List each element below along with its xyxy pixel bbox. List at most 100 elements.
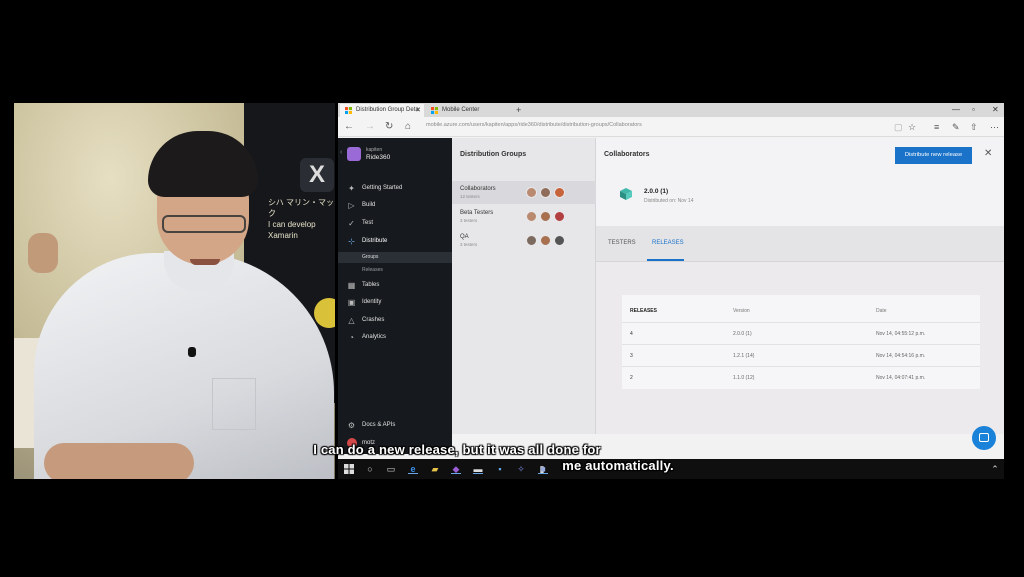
sidebar-item-label: Crashes — [362, 317, 385, 323]
identity-icon: ▣ — [347, 298, 356, 307]
detail-tabs: TESTERS RELEASES — [596, 226, 1004, 262]
releases-table: RELEASES Version Date 4 2.0.0 (1) Nov 14… — [622, 295, 980, 389]
group-row-beta-testers[interactable]: Beta Testers 3 testers — [452, 205, 596, 228]
release-id: 2 — [630, 375, 633, 381]
sidebar-subitem-label: Releases — [362, 267, 383, 273]
sidebar-item-label: Identity — [362, 299, 382, 305]
sidebar-item-crashes[interactable]: △ Crashes — [338, 313, 452, 329]
avatar — [554, 187, 565, 198]
tab-distribution-group[interactable]: Distribution Group Deta ✕ — [340, 104, 424, 117]
sidebar-item-analytics[interactable]: ◔ Analytics — [338, 330, 452, 346]
sidebar-item-label: Getting Started — [362, 185, 403, 191]
presenter-glasses — [162, 215, 246, 233]
chat-support-button[interactable] — [972, 426, 996, 450]
maximize-icon[interactable]: ▫ — [972, 103, 975, 117]
gear-icon: ⚙ — [347, 421, 356, 430]
sidebar-item-label: Distribute — [362, 238, 388, 244]
distribute-icon: ⊹ — [348, 237, 355, 246]
sidebar-item-build[interactable]: ▷ Build — [338, 198, 452, 214]
distribute-new-release-button[interactable]: Distribute new release — [895, 147, 972, 164]
sidebar-item-label: Tables — [362, 282, 380, 288]
microsoft-icon — [345, 107, 352, 114]
reading-view-icon[interactable]: ▢ — [894, 120, 903, 134]
sidebar-item-docs[interactable]: ⚙ Docs & APIs — [338, 418, 452, 434]
group-name: Collaborators — [460, 186, 496, 192]
favorite-star-icon[interactable]: ☆ — [908, 120, 916, 134]
sidebar-item-test[interactable]: ✓ Test — [338, 216, 452, 232]
detail-header: Collaborators Distribute new release ✕ 2… — [596, 138, 1004, 226]
avatar — [554, 235, 565, 246]
latest-release-date: Distributed on: Nov 14 — [644, 198, 694, 204]
check-circle-icon: ✓ — [348, 219, 355, 228]
app-logo — [347, 147, 361, 161]
app-sidebar: ‹ kapiten Ride360 ✦ Getting Started ▷ Bu… — [338, 138, 452, 434]
group-row-collaborators[interactable]: Collaborators 12 testers — [452, 181, 596, 204]
banner-text: シハ マリン・マック I can develop Xamarin — [268, 198, 334, 240]
avatar — [540, 211, 551, 222]
release-date: Nov 14, 04:07:41 p.m. — [876, 375, 926, 381]
sidebar-item-distribute[interactable]: ⊹ Distribute — [338, 234, 452, 250]
group-count: 3 testers — [460, 242, 478, 247]
app-owner: kapiten — [366, 147, 383, 153]
sidebar-item-label: Test — [362, 220, 374, 226]
column-header: RELEASES — [630, 308, 657, 314]
new-tab-icon[interactable]: + — [516, 103, 521, 117]
avatar — [540, 235, 551, 246]
sidebar-item-label: Docs & APIs — [362, 422, 396, 428]
rocket-icon: ✦ — [348, 184, 355, 193]
subtitle-line-2: me automatically. — [562, 458, 674, 473]
tab-releases[interactable]: RELEASES — [652, 240, 684, 246]
column-header: Date — [876, 308, 887, 314]
tab-bar: Distribution Group Deta ✕ Mobile Center … — [338, 103, 1004, 117]
table-row[interactable]: 4 2.0.0 (1) Nov 14, 04:55:12 p.m. — [622, 322, 980, 344]
home-icon[interactable]: ⌂ — [405, 119, 411, 135]
share-icon[interactable]: ⇧ — [970, 120, 978, 134]
forward-icon[interactable]: → — [365, 119, 375, 135]
table-row[interactable]: 2 1.1.0 (12) Nov 14, 04:07:41 p.m. — [622, 366, 980, 388]
back-icon[interactable]: ← — [344, 119, 354, 135]
analytics-icon: ◔ — [349, 333, 354, 342]
sidebar-subitem-groups[interactable]: Groups — [338, 252, 452, 263]
close-icon[interactable]: ✕ — [984, 147, 992, 161]
microsoft-icon — [431, 107, 438, 114]
chevron-up-icon[interactable]: ⌃ — [990, 464, 1000, 474]
presenter-mouth — [190, 259, 220, 265]
avatar — [540, 187, 551, 198]
close-tab-icon[interactable]: ✕ — [415, 104, 421, 117]
warning-icon: △ — [348, 316, 355, 325]
subtitle-line-1: I can do a new release, but it was all d… — [313, 442, 601, 457]
release-version: 1.2.1 (14) — [733, 353, 755, 359]
close-window-icon[interactable]: ✕ — [992, 103, 999, 117]
hub-icon[interactable]: ≡ — [934, 120, 939, 134]
minimize-icon[interactable]: — — [952, 103, 960, 117]
release-version: 1.1.0 (12) — [733, 375, 755, 381]
detail-title: Collaborators — [604, 151, 650, 158]
table-row[interactable]: 3 1.2.1 (14) Nov 14, 04:54:16 p.m. — [622, 344, 980, 366]
sidebar-item-tables[interactable]: ▦ Tables — [338, 278, 452, 294]
release-date: Nov 14, 04:55:12 p.m. — [876, 331, 926, 337]
chat-icon — [979, 433, 989, 442]
more-icon[interactable]: ⋯ — [990, 120, 999, 134]
avatar — [526, 211, 537, 222]
group-row-qa[interactable]: QA 3 testers — [452, 229, 596, 252]
group-detail-pane: Collaborators Distribute new release ✕ 2… — [596, 138, 1004, 434]
lapel-mic — [188, 347, 196, 357]
app-name[interactable]: Ride360 — [366, 154, 390, 161]
release-version: 2.0.0 (1) — [733, 331, 752, 337]
group-count: 3 testers — [460, 218, 478, 223]
web-note-icon[interactable]: ✎ — [952, 120, 960, 134]
group-name: QA — [460, 234, 469, 240]
active-tab-indicator — [647, 259, 684, 261]
shirt-pocket — [212, 378, 256, 430]
person-hand — [28, 233, 58, 273]
refresh-icon[interactable]: ↻ — [385, 119, 393, 135]
tab-mobile-center[interactable]: Mobile Center — [426, 104, 512, 117]
sidebar-item-getting-started[interactable]: ✦ Getting Started — [338, 181, 452, 197]
avatar — [526, 187, 537, 198]
sidebar-item-identity[interactable]: ▣ Identity — [338, 295, 452, 311]
back-chevron-icon[interactable]: ‹ — [340, 149, 342, 156]
tab-testers[interactable]: TESTERS — [608, 240, 636, 246]
sidebar-subitem-releases[interactable]: Releases — [338, 265, 452, 276]
release-id: 4 — [630, 331, 633, 337]
url-field[interactable]: mobile.azure.com/users/kapiten/apps/ride… — [426, 122, 642, 128]
